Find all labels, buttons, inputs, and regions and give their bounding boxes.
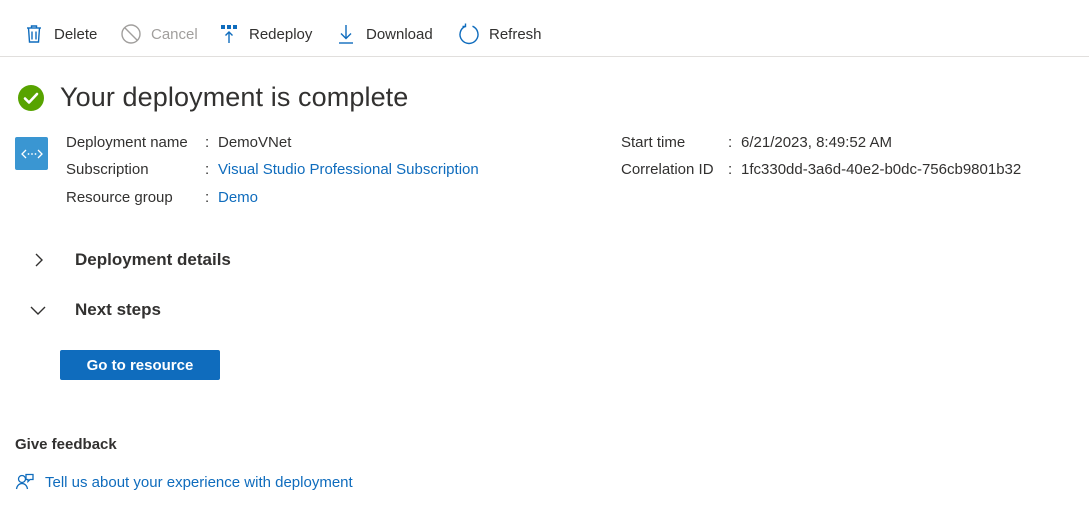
- start-time-value: 6/21/2023, 8:49:52 AM: [741, 134, 892, 151]
- redeploy-label: Redeploy: [249, 25, 313, 43]
- feedback-title: Give feedback: [15, 436, 117, 453]
- chevron-right-icon: [28, 250, 48, 270]
- resource-group-separator: :: [205, 189, 210, 206]
- command-bar: Delete Cancel Redeploy Download Refresh: [0, 0, 1089, 57]
- deployment-name-label: Deployment name: [66, 134, 188, 151]
- resource-group-link[interactable]: Demo: [218, 189, 258, 206]
- page-title: Your deployment is complete: [60, 82, 409, 112]
- correlation-id-value: 1fc330dd-3a6d-40e2-b0dc-756cb9801b32: [741, 161, 1022, 178]
- refresh-button[interactable]: Refresh: [458, 20, 542, 48]
- feedback-link-label: Tell us about your experience with deplo…: [45, 473, 353, 491]
- start-time-separator: :: [728, 134, 733, 151]
- deployment-name-separator: :: [205, 134, 210, 151]
- refresh-icon: [458, 23, 480, 45]
- next-steps-toggle[interactable]: Next steps: [28, 300, 161, 320]
- feedback-person-icon: [15, 472, 35, 492]
- resource-group-label: Resource group: [66, 189, 173, 206]
- go-to-resource-button[interactable]: Go to resource: [60, 350, 220, 380]
- cancel-icon: [120, 23, 142, 45]
- feedback-link[interactable]: Tell us about your experience with deplo…: [15, 472, 353, 492]
- cancel-label: Cancel: [151, 25, 198, 43]
- redeploy-icon: [218, 23, 240, 45]
- refresh-label: Refresh: [489, 25, 542, 43]
- download-icon: [335, 23, 357, 45]
- download-label: Download: [366, 25, 433, 43]
- redeploy-button[interactable]: Redeploy: [218, 20, 312, 48]
- download-button[interactable]: Download: [335, 20, 433, 48]
- trash-icon: [23, 23, 45, 45]
- page-header: Your deployment is complete: [17, 82, 408, 113]
- cancel-button[interactable]: Cancel: [120, 20, 198, 48]
- delete-label: Delete: [54, 25, 98, 43]
- subscription-separator: :: [205, 161, 210, 178]
- deployment-name-value: DemoVNet: [218, 134, 292, 151]
- start-time-label: Start time: [621, 134, 686, 151]
- deployment-details-label: Deployment details: [75, 250, 231, 269]
- chevron-down-icon: [28, 300, 48, 320]
- next-steps-label: Next steps: [75, 300, 161, 319]
- subscription-link[interactable]: Visual Studio Professional Subscription: [218, 161, 479, 178]
- correlation-id-label: Correlation ID: [621, 161, 714, 178]
- delete-button[interactable]: Delete: [23, 20, 97, 48]
- deployment-details-toggle[interactable]: Deployment details: [28, 250, 231, 270]
- correlation-id-separator: :: [728, 161, 733, 178]
- subscription-label: Subscription: [66, 161, 149, 178]
- virtual-network-icon: [15, 137, 48, 170]
- success-check-icon: [17, 84, 45, 112]
